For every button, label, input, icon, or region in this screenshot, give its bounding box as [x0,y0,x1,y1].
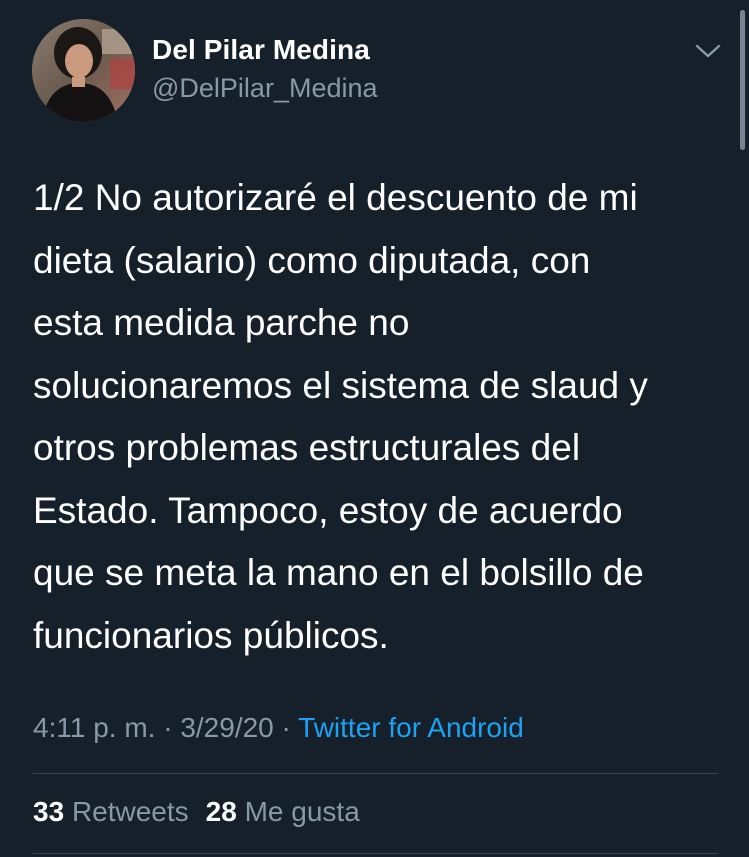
tweet-meta: 4:11 p. m. · 3/29/20 · Twitter for Andro… [33,712,524,744]
avatar-image [32,19,135,122]
chevron-down-icon[interactable] [693,40,723,62]
tweet-time[interactable]: 4:11 p. m. [33,712,155,743]
meta-separator: · [273,712,299,743]
author-display-name[interactable]: Del Pilar Medina [152,34,370,66]
meta-separator: · [155,712,181,743]
scrollbar[interactable] [740,10,745,150]
tweet-stats: 33 Retweets 28 Me gusta [33,796,360,828]
retweets-count: 33 [33,796,65,827]
likes-stat[interactable]: 28 Me gusta [206,796,360,828]
likes-label: Me gusta [244,796,360,827]
divider [33,853,718,854]
tweet-text: 1/2 No autorizaré el descuento de mi die… [33,177,648,656]
retweets-stat[interactable]: 33 Retweets [33,796,189,828]
tweet-detail: Del Pilar Medina @DelPilar_Medina 1/2 No… [0,0,749,857]
tweet-date[interactable]: 3/29/20 [180,712,273,743]
likes-count: 28 [205,796,237,827]
avatar[interactable] [32,19,135,122]
divider [33,773,718,774]
retweets-label: Retweets [71,796,189,827]
author-handle[interactable]: @DelPilar_Medina [152,73,378,104]
tweet-source-link[interactable]: Twitter for Android [298,712,524,743]
